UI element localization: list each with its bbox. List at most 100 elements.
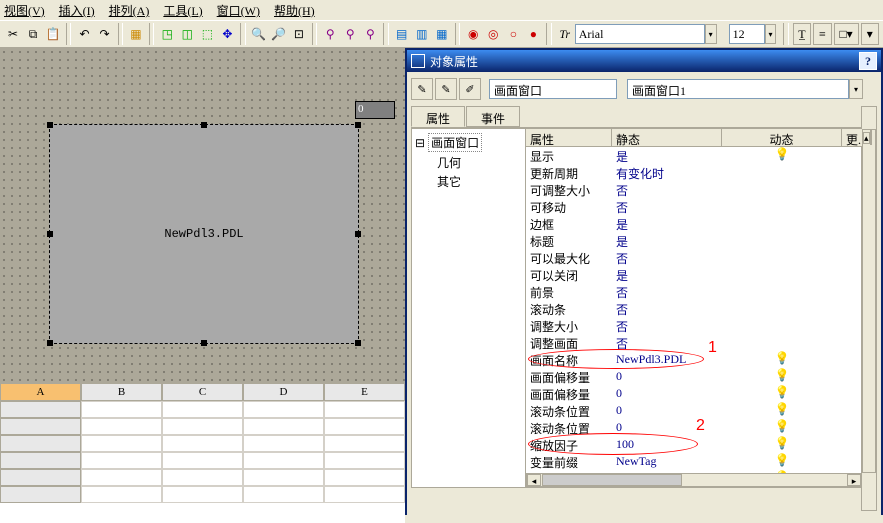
property-row[interactable]: 边框是 — [526, 215, 876, 232]
prop-dynamic[interactable] — [722, 249, 842, 266]
shape3-icon[interactable]: ⬚ — [198, 23, 216, 45]
grid-scroll-v[interactable]: ▴ — [862, 129, 876, 473]
property-row[interactable]: 显示是💡 — [526, 147, 876, 164]
handle-nw[interactable] — [47, 122, 53, 128]
prop-static-value[interactable]: 100 — [612, 436, 722, 453]
property-row[interactable]: 画面名称NewPdl3.PDL💡 — [526, 351, 876, 368]
prop-dynamic[interactable]: 💡 — [722, 385, 842, 402]
help-button[interactable]: ? — [859, 52, 877, 70]
property-row[interactable]: 可调整大小否 — [526, 181, 876, 198]
menu-insert[interactable]: 插入(I) — [59, 2, 95, 18]
red2-icon[interactable]: ◎ — [484, 23, 502, 45]
prop-static-value[interactable]: 0 — [612, 402, 722, 419]
size-dropdown-icon[interactable]: ▾ — [765, 24, 777, 44]
prop-static-value[interactable]: 0 — [612, 368, 722, 385]
paste-icon[interactable]: 📋 — [44, 23, 62, 45]
prop-static-value[interactable]: 是 — [612, 266, 722, 283]
prop-dynamic[interactable] — [722, 232, 842, 249]
handle-w[interactable] — [47, 231, 53, 237]
prop-static-value[interactable]: 否 — [612, 181, 722, 198]
handle-e[interactable] — [355, 231, 361, 237]
layer2-icon[interactable]: ▥ — [413, 23, 431, 45]
tree-geometry[interactable]: 几何 — [437, 153, 522, 172]
prop-dynamic[interactable] — [722, 198, 842, 215]
prop-dynamic[interactable] — [722, 334, 842, 351]
prop-dynamic[interactable] — [722, 300, 842, 317]
prop-static-value[interactable]: 否 — [612, 249, 722, 266]
property-row[interactable]: 标题是 — [526, 232, 876, 249]
prop-static-value[interactable]: 是 — [612, 147, 722, 164]
property-row[interactable]: 画面偏移量0💡 — [526, 368, 876, 385]
tab-properties[interactable]: 属性 — [411, 106, 465, 127]
scroll-right-icon[interactable]: ▸ — [847, 474, 861, 486]
prop-dynamic[interactable] — [722, 317, 842, 334]
prop-static-value[interactable]: 是 — [612, 232, 722, 249]
tree-root[interactable]: 画面窗口 — [428, 133, 482, 152]
property-row[interactable]: 前景否 — [526, 283, 876, 300]
object-name-combo[interactable]: 画面窗口1 — [627, 79, 849, 99]
col-a[interactable]: A — [0, 383, 81, 401]
zoom-in-icon[interactable]: 🔍 — [250, 23, 268, 45]
prop-static-value[interactable]: 有变化时 — [612, 164, 722, 181]
toolbtn3-icon[interactable]: □▾ — [834, 23, 859, 45]
prop-static-value[interactable]: 是 — [612, 215, 722, 232]
scroll-up-icon[interactable]: ▴ — [863, 132, 870, 144]
properties-titlebar[interactable]: 对象属性 ? — [407, 50, 881, 72]
zoom-fit-icon[interactable]: ⊡ — [290, 23, 308, 45]
prop-dynamic[interactable] — [722, 283, 842, 300]
prop-dynamic[interactable]: 💡 — [722, 368, 842, 385]
cut-icon[interactable]: ✂ — [4, 23, 22, 45]
prop-dynamic[interactable]: 💡 — [722, 351, 842, 368]
tree-misc[interactable]: 其它 — [437, 172, 522, 191]
grid-icon[interactable]: ▦ — [127, 23, 145, 45]
layer1-icon[interactable]: ▤ — [393, 23, 411, 45]
picker2-icon[interactable]: ✎ — [435, 78, 457, 100]
row[interactable] — [0, 401, 405, 418]
prop-static-value[interactable]: 0 — [612, 419, 722, 436]
handle-ne[interactable] — [355, 122, 361, 128]
toolbtn4-icon[interactable]: ▾ — [861, 23, 879, 45]
handle-sw[interactable] — [47, 340, 53, 346]
property-row[interactable]: 画面偏移量0💡 — [526, 385, 876, 402]
font-dropdown-icon[interactable]: ▾ — [705, 24, 717, 44]
wand2-icon[interactable]: ⚲ — [341, 23, 359, 45]
row[interactable] — [0, 469, 405, 486]
zoom-out-icon[interactable]: 🔎 — [270, 23, 288, 45]
wand3-icon[interactable]: ⚲ — [361, 23, 379, 45]
row[interactable] — [0, 486, 405, 503]
handle-s[interactable] — [201, 340, 207, 346]
wand1-icon[interactable]: ⚲ — [321, 23, 339, 45]
menu-view[interactable]: 视图(V) — [4, 2, 45, 18]
property-row[interactable]: 缩放因子100💡 — [526, 436, 876, 453]
toolbtn2-icon[interactable]: ≡ — [813, 23, 831, 45]
undo-icon[interactable]: ↶ — [75, 23, 93, 45]
property-row[interactable]: 变量前缀NewTag💡 — [526, 453, 876, 470]
prop-dynamic[interactable] — [722, 164, 842, 181]
prop-static-value[interactable]: 0 — [612, 385, 722, 402]
size-combo[interactable] — [729, 24, 765, 44]
col-e[interactable]: E — [324, 383, 405, 401]
scroll-thumb-v[interactable] — [870, 129, 872, 145]
property-row[interactable]: 滚动条位置0💡 — [526, 402, 876, 419]
picture-window-object[interactable]: NewPdl3.PDL — [49, 124, 359, 344]
property-row[interactable]: 可以关闭是 — [526, 266, 876, 283]
prop-static-value[interactable]: 否 — [612, 283, 722, 300]
object-type-combo[interactable]: 画面窗口 — [489, 79, 617, 99]
property-row[interactable]: 更新周期有变化时 — [526, 164, 876, 181]
row[interactable] — [0, 435, 405, 452]
prop-dynamic[interactable]: 💡 — [722, 436, 842, 453]
prop-dynamic[interactable]: 💡 — [722, 402, 842, 419]
layer3-icon[interactable]: ▦ — [433, 23, 451, 45]
prop-dynamic[interactable] — [722, 266, 842, 283]
hdr-property[interactable]: 属性 — [526, 129, 612, 146]
col-d[interactable]: D — [243, 383, 324, 401]
red1-icon[interactable]: ◉ — [464, 23, 482, 45]
prop-static-value[interactable]: NewPdl3.PDL — [612, 351, 722, 368]
tab-events[interactable]: 事件 — [466, 106, 520, 127]
grid-scroll-h[interactable]: ◂ ▸ — [526, 473, 862, 487]
redo-icon[interactable]: ↷ — [96, 23, 114, 45]
hdr-static[interactable]: 静态 — [612, 129, 722, 146]
property-row[interactable]: 滚动条否 — [526, 300, 876, 317]
row[interactable] — [0, 452, 405, 469]
property-row[interactable]: 可移动否 — [526, 198, 876, 215]
